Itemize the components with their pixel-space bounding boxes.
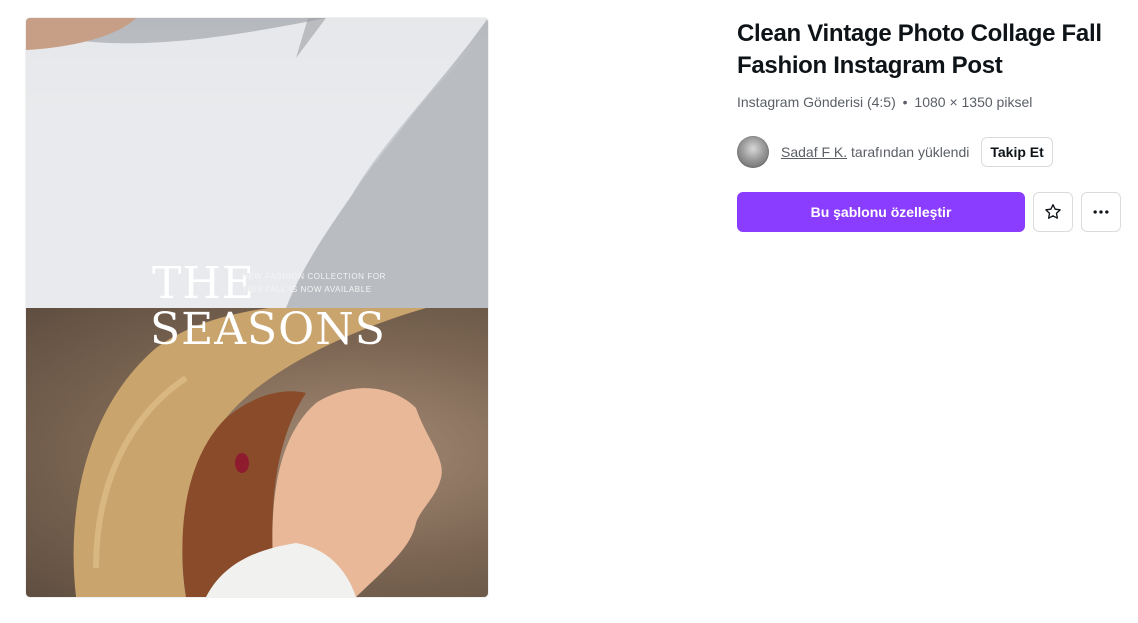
white-hat-shape	[26, 18, 488, 308]
uploaded-by-text: tarafından yüklendi	[851, 144, 970, 160]
template-title: Clean Vintage Photo Collage Fall Fashion…	[737, 20, 1102, 79]
more-horizontal-icon	[1093, 210, 1109, 214]
preview-subline-2: THIS FALL IS NOW AVAILABLE	[242, 285, 372, 294]
template-detail-page: THE SEASONS NEW FASHION COLLECTION FOR T…	[0, 0, 1138, 623]
preview-title-line-2: SEASONS	[150, 304, 386, 355]
star-icon	[1045, 204, 1061, 219]
meta-separator: •	[902, 94, 908, 110]
template-meta: Instagram Gönderisi (4:5) • 1080 × 1350 …	[737, 92, 1127, 112]
template-details: Clean Vintage Photo Collage Fall Fashion…	[737, 18, 1127, 232]
author-text: Sadaf F K. tarafından yüklendi	[781, 144, 969, 160]
customize-template-button[interactable]: Bu şablonu özelleştir	[737, 192, 1025, 232]
white-hat-photo	[26, 18, 488, 308]
template-format: Instagram Gönderisi (4:5)	[737, 94, 896, 110]
author-row: Sadaf F K. tarafından yüklendi Takip Et	[737, 136, 1053, 168]
author-name-link[interactable]: Sadaf F K.	[781, 144, 847, 160]
favorite-button[interactable]	[1033, 192, 1073, 232]
avatar[interactable]	[737, 136, 769, 168]
more-options-button[interactable]	[1081, 192, 1121, 232]
follow-button[interactable]: Takip Et	[981, 137, 1053, 167]
action-row: Bu şablonu özelleştir	[737, 192, 1121, 232]
template-preview[interactable]: THE SEASONS NEW FASHION COLLECTION FOR T…	[26, 18, 488, 597]
preview-subline-1: NEW FASHION COLLECTION FOR	[242, 272, 387, 281]
template-dimensions: 1080 × 1350 piksel	[914, 94, 1033, 110]
preview-title-line-1: THE	[152, 258, 255, 309]
